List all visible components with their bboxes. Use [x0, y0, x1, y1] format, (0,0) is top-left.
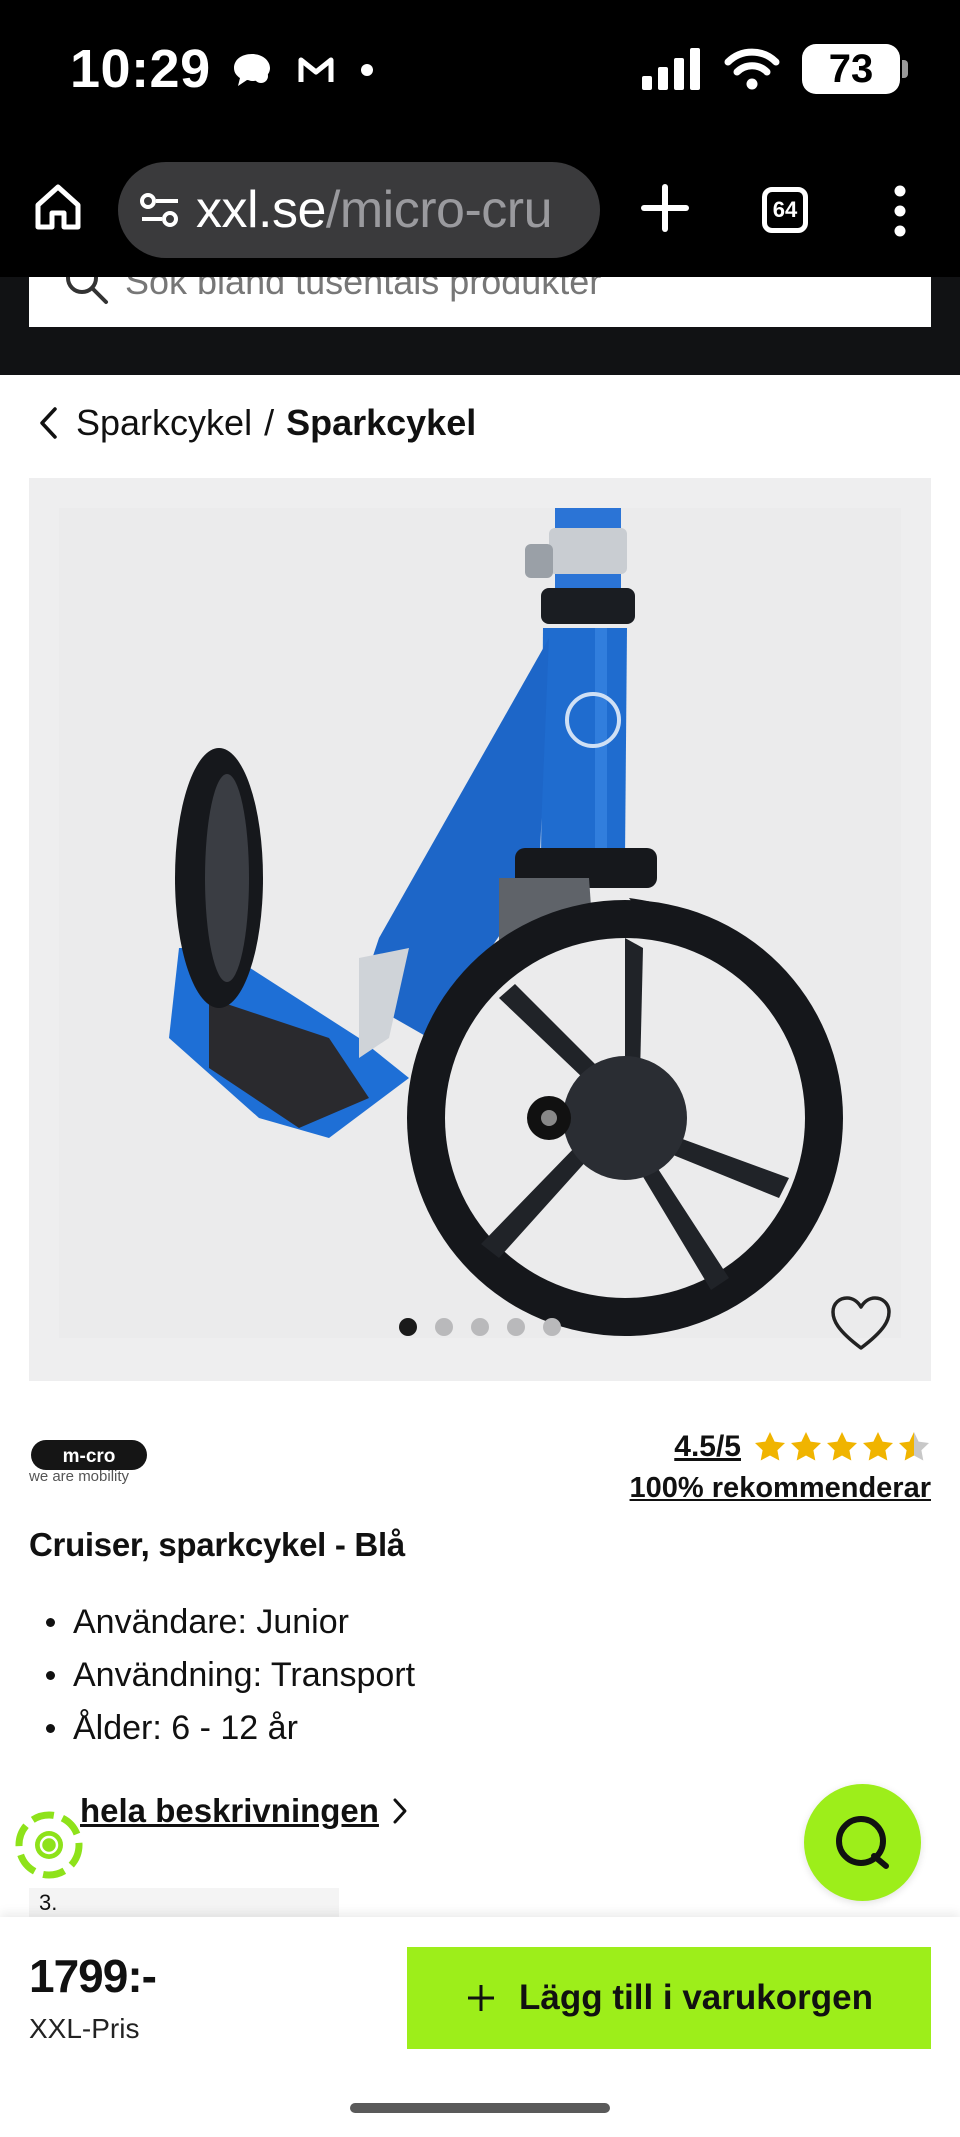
rating-recommend[interactable]: 100% rekommenderar — [630, 1472, 931, 1505]
price: 1799:- — [29, 1950, 157, 2002]
battery-icon: 73 — [802, 44, 908, 94]
site-settings-icon[interactable] — [138, 188, 182, 232]
gallery-pagination — [399, 1318, 561, 1336]
star-icon — [863, 1432, 893, 1461]
chat-icon — [835, 1815, 889, 1869]
gallery-dot-3[interactable] — [471, 1318, 489, 1336]
tab-count: 64 — [772, 197, 798, 222]
star-icon — [791, 1432, 821, 1461]
new-tab-plus-icon[interactable] — [638, 181, 692, 235]
gallery-dot-5[interactable] — [543, 1318, 561, 1336]
star-half-icon — [899, 1432, 929, 1461]
battery-cap — [902, 60, 908, 78]
address-bar[interactable]: xxl.se/micro-cru — [118, 162, 600, 258]
star-icon — [755, 1432, 785, 1461]
purchase-bar: 1799:- XXL-Pris Lägg till i varukorgen — [0, 1917, 960, 2137]
chevron-left-icon[interactable] — [38, 406, 60, 440]
brand-logo[interactable]: m-cro — [29, 1434, 151, 1494]
status-bar: 10:29 73 — [0, 0, 960, 145]
full-description-link[interactable]: hela beskrivningen — [80, 1792, 409, 1830]
wifi-icon — [724, 48, 780, 90]
breadcrumb: Sparkcykel / Sparkcykel — [38, 402, 476, 444]
breadcrumb-current: Sparkcykel — [286, 402, 477, 443]
chevron-right-icon — [393, 1798, 407, 1824]
dot-icon — [361, 64, 373, 76]
highlight-usage: Användning: Transport — [46, 1649, 415, 1702]
star-icon — [827, 1432, 857, 1461]
rating-row[interactable]: 4.5/5 — [630, 1430, 931, 1464]
menu-dots-icon[interactable] — [890, 183, 910, 239]
gallery-dot-1[interactable] — [399, 1318, 417, 1336]
brand-tagline: we are mobility — [29, 1468, 130, 1485]
tabs-icon[interactable]: 64 — [762, 187, 808, 233]
status-notifications — [232, 52, 374, 88]
breadcrumb-separator: / — [264, 402, 275, 443]
product-image[interactable] — [29, 478, 931, 1381]
product-gallery[interactable] — [29, 478, 931, 1381]
rating-stars — [753, 1430, 931, 1464]
chat-button[interactable] — [804, 1784, 921, 1901]
partial-card: 3. — [29, 1888, 339, 1918]
heart-icon[interactable] — [831, 1296, 891, 1352]
eco-badge-icon[interactable] — [14, 1810, 84, 1880]
plus-icon — [468, 1985, 495, 2011]
search-placeholder: Sök bland tusentals produkter — [125, 277, 602, 302]
battery-level: 73 — [828, 46, 874, 91]
gallery-dot-4[interactable] — [507, 1318, 525, 1336]
status-time: 10:29 — [70, 39, 211, 99]
full-description-label[interactable]: hela beskrivningen — [80, 1792, 379, 1830]
add-to-cart-label: Lägg till i varukorgen — [519, 1978, 873, 2017]
search-strip: Sök bland tusentals produkter — [0, 277, 960, 375]
rating[interactable]: 4.5/5 100% rekommenderar — [630, 1430, 931, 1505]
status-right: 73 — [642, 44, 908, 94]
gallery-dot-2[interactable] — [435, 1318, 453, 1336]
home-icon[interactable] — [32, 181, 84, 233]
home-indicator[interactable] — [350, 2103, 610, 2113]
url-domain: xxl.se — [196, 181, 326, 239]
search-input[interactable]: Sök bland tusentals produkter — [29, 277, 931, 327]
highlight-user: Användare: Junior — [46, 1596, 415, 1649]
breadcrumb-parent[interactable]: Sparkcykel — [76, 402, 252, 444]
chat-bubble-icon — [234, 54, 270, 86]
mail-m-icon — [298, 57, 334, 82]
product-title: Cruiser, sparkcykel - Blå — [29, 1526, 405, 1563]
signal-icon — [642, 48, 700, 90]
highlight-age: Ålder: 6 - 12 år — [46, 1702, 415, 1755]
url-path: /micro-cru — [325, 181, 553, 239]
browser-toolbar: xxl.se/micro-cru 64 — [0, 145, 960, 277]
add-to-cart-button[interactable]: Lägg till i varukorgen — [407, 1947, 931, 2049]
price-label: XXL-Pris — [29, 2013, 140, 2044]
search-icon — [66, 277, 108, 304]
battery-indicator: 73 — [802, 44, 900, 94]
url-text[interactable]: xxl.se/micro-cru — [196, 180, 553, 240]
rating-score[interactable]: 4.5/5 — [674, 1430, 741, 1464]
product-highlights: Användare: Junior Användning: Transport … — [46, 1596, 415, 1755]
brand-logo-text: m-cro — [63, 1446, 116, 1467]
